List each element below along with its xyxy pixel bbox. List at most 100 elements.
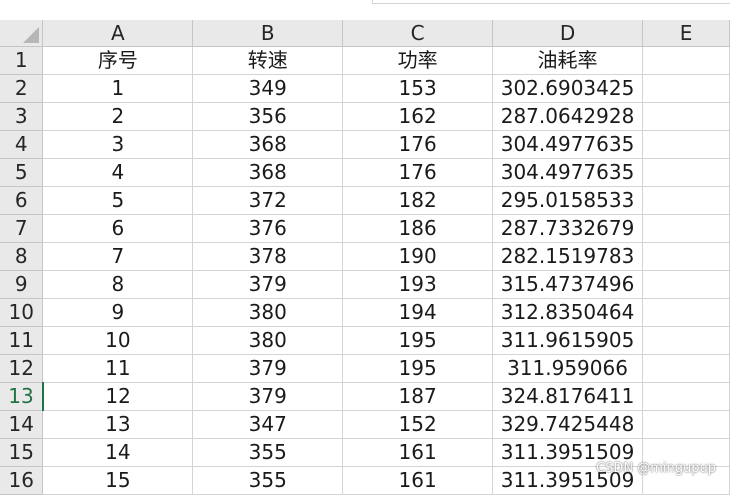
cell-d6[interactable]: 295.0158533 bbox=[492, 186, 644, 215]
cell-b14[interactable]: 347 bbox=[192, 410, 344, 439]
column-header[interactable]: D bbox=[492, 20, 644, 47]
cell-b13[interactable]: 379 bbox=[192, 382, 344, 411]
cell-b3[interactable]: 356 bbox=[192, 102, 344, 131]
cell-a13[interactable]: 12 bbox=[42, 382, 194, 411]
cell-b12[interactable]: 379 bbox=[192, 354, 344, 383]
row-header[interactable]: 16 bbox=[0, 466, 44, 495]
cell-b5[interactable]: 368 bbox=[192, 158, 344, 187]
cell-a9[interactable]: 8 bbox=[42, 270, 194, 299]
cell-d10[interactable]: 312.8350464 bbox=[492, 298, 644, 327]
cell-e2[interactable] bbox=[642, 74, 730, 103]
cell-e3[interactable] bbox=[642, 102, 730, 131]
formula-bar-input[interactable] bbox=[372, 0, 730, 4]
cell-e4[interactable] bbox=[642, 130, 730, 159]
cell-c16[interactable]: 161 bbox=[342, 466, 494, 495]
column-header[interactable]: E bbox=[642, 20, 730, 47]
cell-c14[interactable]: 152 bbox=[342, 410, 494, 439]
cell-e12[interactable] bbox=[642, 354, 730, 383]
cell-a11[interactable]: 10 bbox=[42, 326, 194, 355]
cell-d13[interactable]: 324.8176411 bbox=[492, 382, 644, 411]
row-header[interactable]: 7 bbox=[0, 214, 44, 243]
column-header[interactable]: B bbox=[192, 20, 344, 47]
cell-a10[interactable]: 9 bbox=[42, 298, 194, 327]
cell-c8[interactable]: 190 bbox=[342, 242, 494, 271]
cell-c12[interactable]: 195 bbox=[342, 354, 494, 383]
cell-e8[interactable] bbox=[642, 242, 730, 271]
cell-a8[interactable]: 7 bbox=[42, 242, 194, 271]
column-header[interactable]: C bbox=[342, 20, 494, 47]
cell-a12[interactable]: 11 bbox=[42, 354, 194, 383]
row-header[interactable]: 14 bbox=[0, 410, 44, 439]
cell-d9[interactable]: 315.4737496 bbox=[492, 270, 644, 299]
cell-b16[interactable]: 355 bbox=[192, 466, 344, 495]
cell-c10[interactable]: 194 bbox=[342, 298, 494, 327]
cell-e9[interactable] bbox=[642, 270, 730, 299]
watermark-text: CSDN @mingupup bbox=[596, 461, 716, 476]
row-header[interactable]: 1 bbox=[0, 46, 44, 75]
cell-b2[interactable]: 349 bbox=[192, 74, 344, 103]
cell-e6[interactable] bbox=[642, 186, 730, 215]
cell-b8[interactable]: 378 bbox=[192, 242, 344, 271]
row-header[interactable]: 3 bbox=[0, 102, 44, 131]
cell-a4[interactable]: 3 bbox=[42, 130, 194, 159]
cell-c7[interactable]: 186 bbox=[342, 214, 494, 243]
cell-d5[interactable]: 304.4977635 bbox=[492, 158, 644, 187]
cell-c5[interactable]: 176 bbox=[342, 158, 494, 187]
row-header[interactable]: 10 bbox=[0, 298, 44, 327]
cell-d3[interactable]: 287.0642928 bbox=[492, 102, 644, 131]
row-header[interactable]: 5 bbox=[0, 158, 44, 187]
cell-a2[interactable]: 1 bbox=[42, 74, 194, 103]
row-header[interactable]: 9 bbox=[0, 270, 44, 299]
cell-d12[interactable]: 311.959066 bbox=[492, 354, 644, 383]
cell-d2[interactable]: 302.6903425 bbox=[492, 74, 644, 103]
cell-c2[interactable]: 153 bbox=[342, 74, 494, 103]
cell-b1[interactable]: 转速 bbox=[192, 46, 344, 75]
cell-c11[interactable]: 195 bbox=[342, 326, 494, 355]
row-header[interactable]: 6 bbox=[0, 186, 44, 215]
select-all-corner[interactable] bbox=[0, 20, 44, 47]
cell-e11[interactable] bbox=[642, 326, 730, 355]
cell-e5[interactable] bbox=[642, 158, 730, 187]
cell-e14[interactable] bbox=[642, 410, 730, 439]
cell-a5[interactable]: 4 bbox=[42, 158, 194, 187]
cell-a3[interactable]: 2 bbox=[42, 102, 194, 131]
cell-b15[interactable]: 355 bbox=[192, 438, 344, 467]
row-header[interactable]: 4 bbox=[0, 130, 44, 159]
cell-a6[interactable]: 5 bbox=[42, 186, 194, 215]
cell-b6[interactable]: 372 bbox=[192, 186, 344, 215]
cell-c1[interactable]: 功率 bbox=[342, 46, 494, 75]
cell-c13[interactable]: 187 bbox=[342, 382, 494, 411]
cell-d11[interactable]: 311.9615905 bbox=[492, 326, 644, 355]
cell-c15[interactable]: 161 bbox=[342, 438, 494, 467]
row-header[interactable]: 12 bbox=[0, 354, 44, 383]
cell-d4[interactable]: 304.4977635 bbox=[492, 130, 644, 159]
row-header[interactable]: 15 bbox=[0, 438, 44, 467]
row-header[interactable]: 8 bbox=[0, 242, 44, 271]
cell-b10[interactable]: 380 bbox=[192, 298, 344, 327]
cell-c6[interactable]: 182 bbox=[342, 186, 494, 215]
row-header[interactable]: 2 bbox=[0, 74, 44, 103]
cell-d7[interactable]: 287.7332679 bbox=[492, 214, 644, 243]
cell-a7[interactable]: 6 bbox=[42, 214, 194, 243]
row-header[interactable]: 13 bbox=[0, 382, 44, 411]
column-header[interactable]: A bbox=[42, 20, 194, 47]
cell-b11[interactable]: 380 bbox=[192, 326, 344, 355]
cell-c9[interactable]: 193 bbox=[342, 270, 494, 299]
row-header[interactable]: 11 bbox=[0, 326, 44, 355]
cell-e10[interactable] bbox=[642, 298, 730, 327]
cell-e1[interactable] bbox=[642, 46, 730, 75]
cell-d8[interactable]: 282.1519783 bbox=[492, 242, 644, 271]
cell-e13[interactable] bbox=[642, 382, 730, 411]
cell-d14[interactable]: 329.7425448 bbox=[492, 410, 644, 439]
cell-a15[interactable]: 14 bbox=[42, 438, 194, 467]
cell-d1[interactable]: 油耗率 bbox=[492, 46, 644, 75]
cell-b4[interactable]: 368 bbox=[192, 130, 344, 159]
cell-a16[interactable]: 15 bbox=[42, 466, 194, 495]
cell-c4[interactable]: 176 bbox=[342, 130, 494, 159]
cell-e7[interactable] bbox=[642, 214, 730, 243]
cell-a1[interactable]: 序号 bbox=[42, 46, 194, 75]
cell-c3[interactable]: 162 bbox=[342, 102, 494, 131]
cell-b9[interactable]: 379 bbox=[192, 270, 344, 299]
cell-a14[interactable]: 13 bbox=[42, 410, 194, 439]
cell-b7[interactable]: 376 bbox=[192, 214, 344, 243]
